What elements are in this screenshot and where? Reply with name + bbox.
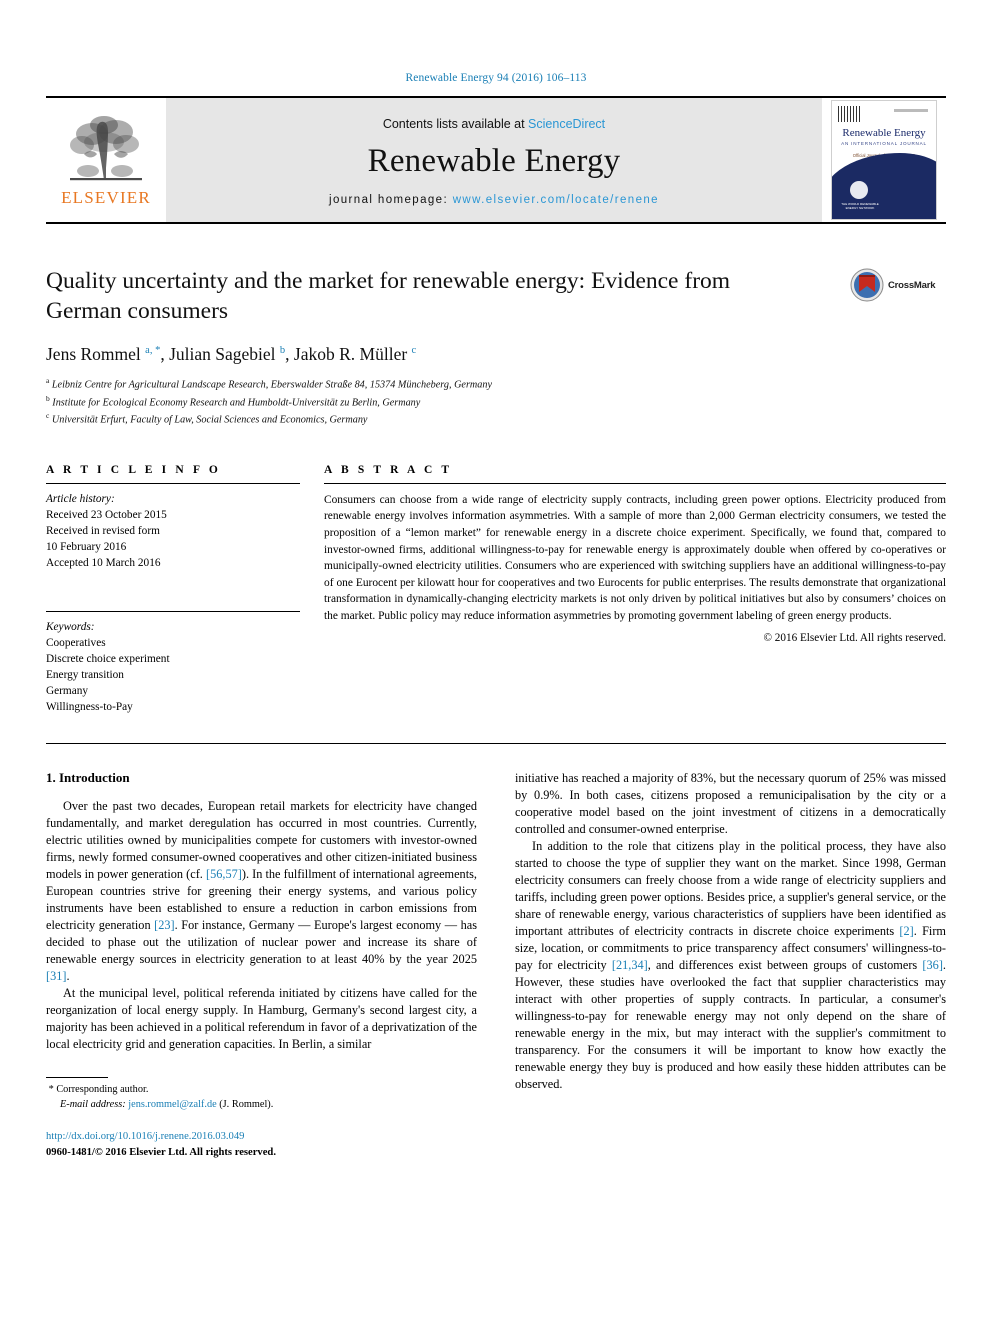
body-paragraph: At the municipal level, political refere… xyxy=(46,986,477,1052)
article-history: Article history: Received 23 October 201… xyxy=(46,491,300,571)
journal-article-page: Renewable Energy 94 (2016) 106–113 ELSEV… xyxy=(0,0,992,1323)
body-column-left: 1. Introduction Over the past two decade… xyxy=(46,770,477,1161)
crossmark-label: CrossMark xyxy=(888,279,936,291)
cover-topright-mark xyxy=(894,109,928,112)
cover-seal-icon xyxy=(850,181,868,199)
body-column-right: initiative has reached a majority of 83%… xyxy=(515,770,946,1161)
elsevier-tree-icon xyxy=(70,116,142,181)
citation-ref[interactable]: [56,57] xyxy=(206,867,242,881)
corresponding-label: Corresponding author. xyxy=(56,1084,149,1096)
cover-seal-text: THE WORLD RENEWABLE ENERGY NETWORK xyxy=(841,202,879,210)
footnote-separator xyxy=(46,1077,108,1079)
homepage-url-link[interactable]: www.elsevier.com/locate/renene xyxy=(453,194,659,206)
affiliation-item: c Universität Erfurt, Faculty of Law, So… xyxy=(46,410,946,427)
keywords-block: Keywords: Cooperatives Discrete choice e… xyxy=(46,619,300,715)
body-columns: 1. Introduction Over the past two decade… xyxy=(46,770,946,1161)
email-label: E-mail address: xyxy=(60,1099,126,1111)
affiliation-list: a Leibniz Centre for Agricultural Landsc… xyxy=(46,375,946,427)
keywords-rule xyxy=(46,610,300,612)
journal-title: Renewable Energy xyxy=(367,142,621,179)
contents-available-line: Contents lists available at ScienceDirec… xyxy=(383,117,605,131)
affiliation-item: b Institute for Ecological Economy Resea… xyxy=(46,393,946,410)
title-block: Quality uncertainty and the market for r… xyxy=(46,266,946,326)
affiliation-item: a Leibniz Centre for Agricultural Landsc… xyxy=(46,375,946,392)
citation-ref[interactable]: [2] xyxy=(899,924,913,938)
email-note: E-mail address: jens.rommel@zalf.de (J. … xyxy=(46,1098,477,1113)
article-info-heading: A R T I C L E I N F O xyxy=(46,463,221,476)
doi-link[interactable]: http://dx.doi.org/10.1016/j.renene.2016.… xyxy=(46,1129,477,1145)
masthead-center: Contents lists available at ScienceDirec… xyxy=(166,98,822,222)
article-history-item: Received in revised form xyxy=(46,524,160,537)
citation-ref[interactable]: [23] xyxy=(154,918,175,932)
keyword-item: Germany xyxy=(46,684,89,697)
article-info-column: A R T I C L E I N F O Article history: R… xyxy=(46,464,300,715)
barcode-icon xyxy=(838,106,860,122)
corresponding-marker: * xyxy=(48,1084,54,1096)
title-column: Quality uncertainty and the market for r… xyxy=(46,266,850,326)
issn-copyright-line: 0960-1481/© 2016 Elsevier Ltd. All right… xyxy=(46,1146,276,1158)
body-separator-rule xyxy=(46,742,946,744)
body-paragraph: Over the past two decades, European reta… xyxy=(46,798,477,984)
keyword-item: Cooperatives xyxy=(46,636,106,649)
abstract-text: Consumers can choose from a wide range o… xyxy=(324,493,946,623)
citation-ref[interactable]: [21,34] xyxy=(612,958,648,972)
corresponding-author-note: * Corresponding author. xyxy=(46,1083,477,1098)
article-info-rule xyxy=(46,482,300,484)
doi-block: http://dx.doi.org/10.1016/j.renene.2016.… xyxy=(46,1129,477,1161)
abstract-rule xyxy=(324,482,946,484)
homepage-label: journal homepage: xyxy=(329,193,453,206)
journal-masthead: ELSEVIER Contents lists available at Sci… xyxy=(46,96,946,224)
email-link[interactable]: jens.rommel@zalf.de xyxy=(128,1099,216,1110)
body-paragraph: In addition to the role that citizens pl… xyxy=(515,839,946,1092)
elsevier-wordmark: ELSEVIER xyxy=(61,188,151,207)
section-heading-introduction: 1. Introduction xyxy=(46,769,130,785)
abstract-column: A B S T R A C T Consumers can choose fro… xyxy=(324,464,946,715)
affiliation-marker: a xyxy=(46,376,50,386)
citation-ref[interactable]: [36] xyxy=(922,958,943,972)
keywords-label: Keywords: xyxy=(46,620,95,633)
affiliation-marker: b xyxy=(46,393,50,403)
crossmark-icon xyxy=(850,268,884,302)
affiliation-text: Leibniz Centre for Agricultural Landscap… xyxy=(51,379,492,391)
email-owner: (J. Rommel). xyxy=(219,1099,274,1111)
affiliation-text: Institute for Ecological Economy Researc… xyxy=(52,397,421,409)
keyword-item: Willingness-to-Pay xyxy=(46,700,133,713)
article-history-label: Article history: xyxy=(46,492,115,505)
page-title: Quality uncertainty and the market for r… xyxy=(46,268,731,325)
affiliation-text: Universität Erfurt, Faculty of Law, Soci… xyxy=(51,414,368,426)
crossmark-badge[interactable]: CrossMark xyxy=(850,266,946,302)
footnote-block: * Corresponding author. E-mail address: … xyxy=(46,1083,477,1113)
journal-cover-cell: Renewable Energy AN INTERNATIONAL JOURNA… xyxy=(822,98,946,222)
elsevier-logo: ELSEVIER xyxy=(46,98,166,222)
author-list: Jens Rommel a, *, Julian Sagebiel b, Jak… xyxy=(46,344,417,365)
running-head: Renewable Energy 94 (2016) 106–113 xyxy=(405,72,587,84)
keyword-item: Energy transition xyxy=(46,668,124,681)
article-history-item: Received 23 October 2015 xyxy=(46,508,167,521)
affiliation-marker: c xyxy=(46,411,50,421)
info-abstract-row: A R T I C L E I N F O Article history: R… xyxy=(46,464,946,715)
keyword-item: Discrete choice experiment xyxy=(46,652,170,665)
article-history-item: Accepted 10 March 2016 xyxy=(46,556,161,569)
journal-homepage-line: journal homepage: www.elsevier.com/locat… xyxy=(329,194,659,206)
citation-ref[interactable]: [31] xyxy=(46,969,67,983)
sciencedirect-link[interactable]: ScienceDirect xyxy=(528,117,605,131)
cover-journal-subtitle: AN INTERNATIONAL JOURNAL xyxy=(841,141,927,146)
cover-journal-title: Renewable Energy xyxy=(842,127,926,139)
contents-prefix: Contents lists available at xyxy=(382,116,529,131)
article-history-item: 10 February 2016 xyxy=(46,540,127,553)
journal-cover-image: Renewable Energy AN INTERNATIONAL JOURNA… xyxy=(831,100,937,220)
body-paragraph: initiative has reached a majority of 83%… xyxy=(515,770,946,836)
abstract-copyright: © 2016 Elsevier Ltd. All rights reserved… xyxy=(763,631,947,644)
abstract-heading: A B S T R A C T xyxy=(324,463,453,476)
